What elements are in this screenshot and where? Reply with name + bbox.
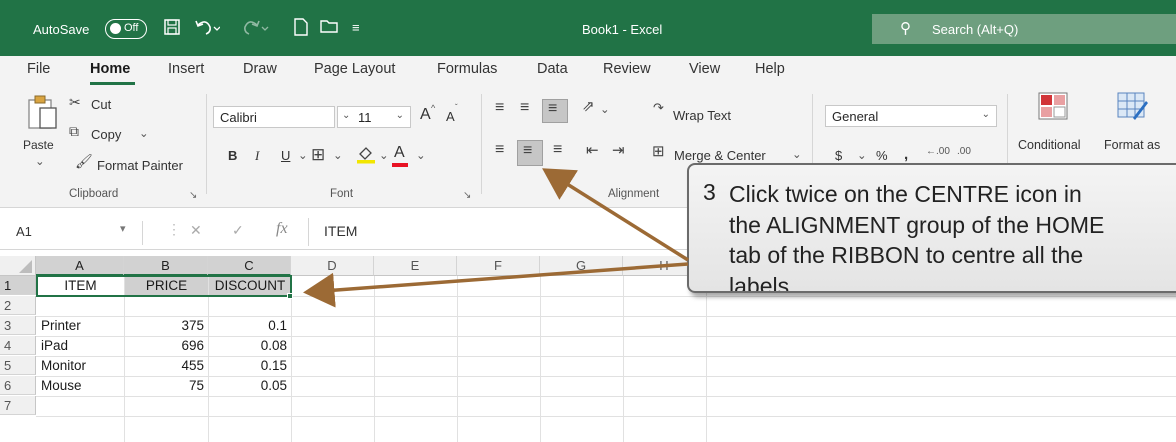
arrow-to-header-row (303, 262, 689, 308)
callout-arrows (303, 168, 689, 308)
arrow-to-center-button (542, 168, 689, 262)
